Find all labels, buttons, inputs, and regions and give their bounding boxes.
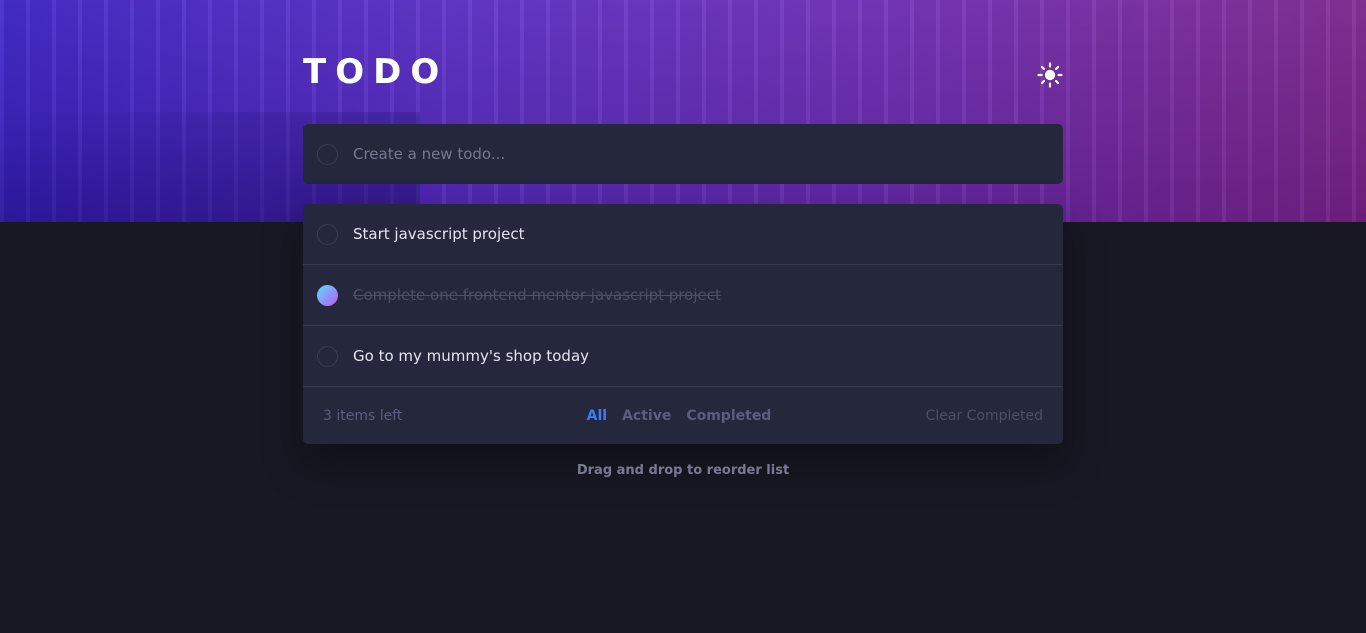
theme-toggle-button[interactable] [1037,62,1063,88]
todo-item-text: Go to my mummy's shop today [353,347,590,365]
new-todo-check-circle [317,143,338,165]
app-title: TODO [303,52,449,92]
todo-item-text: Complete one frontend mentor javascript … [353,286,721,304]
todo-item-completed[interactable]: Complete one frontend mentor javascript … [303,265,1063,326]
filter-group: All Active Completed [587,408,772,424]
filter-active[interactable]: Active [622,408,671,424]
todo-check-circle[interactable] [317,345,338,367]
todo-list: Start javascript project Complete one fr… [303,204,1063,444]
header-background [0,0,1366,222]
sun-icon [1037,62,1063,88]
new-todo-bar [303,124,1063,184]
todo-item[interactable]: Go to my mummy's shop today [303,326,1063,387]
todo-check-circle-checked[interactable] [317,284,338,306]
todo-check-circle[interactable] [317,223,338,245]
drag-drop-hint: Drag and drop to reorder list [576,463,790,478]
clear-completed-button[interactable]: Clear Completed [926,408,1043,424]
items-left-count: 3 items left [323,407,403,424]
todo-item[interactable]: Start javascript project [303,204,1063,265]
filter-completed[interactable]: Completed [686,408,771,424]
new-todo-input[interactable] [353,145,1033,163]
todo-item-text: Start javascript project [353,225,525,243]
list-footer: 3 items left All Active Completed Clear … [303,387,1063,444]
filter-all[interactable]: All [587,408,607,424]
